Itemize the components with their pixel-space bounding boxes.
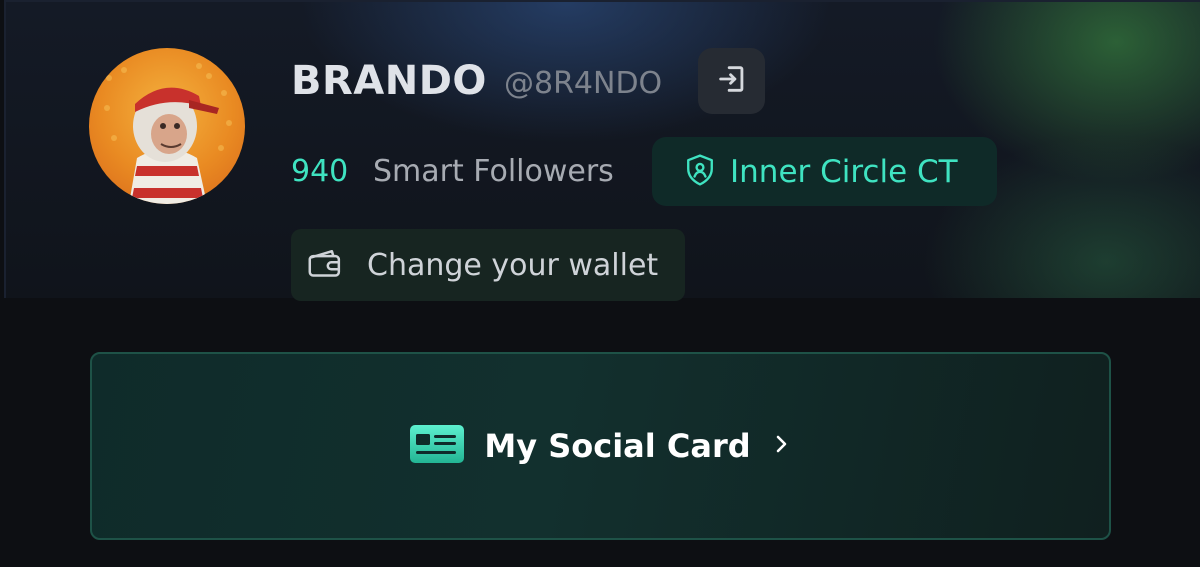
id-card-icon [410, 425, 465, 467]
profile-name: BRANDO [291, 58, 487, 104]
avatar [89, 48, 245, 204]
wallet-icon [307, 247, 343, 283]
change-wallet-button[interactable]: Change your wallet [291, 229, 685, 301]
ape-avatar-image [104, 63, 232, 204]
smart-followers-count: 940 [291, 154, 349, 189]
wallet-label: Change your wallet [367, 247, 659, 283]
profile-handle: @8R4NDO [504, 66, 663, 101]
my-social-card-button[interactable]: My Social Card [90, 352, 1111, 540]
logout-icon [715, 62, 749, 100]
smart-followers-label: Smart Followers [373, 154, 614, 189]
shield-user-icon [684, 153, 716, 191]
social-card-label: My Social Card [484, 427, 751, 465]
inner-circle-badge[interactable]: Inner Circle CT [652, 137, 997, 206]
chevron-right-icon [771, 432, 791, 460]
logout-button[interactable] [698, 48, 765, 114]
badge-label: Inner Circle CT [730, 153, 958, 190]
